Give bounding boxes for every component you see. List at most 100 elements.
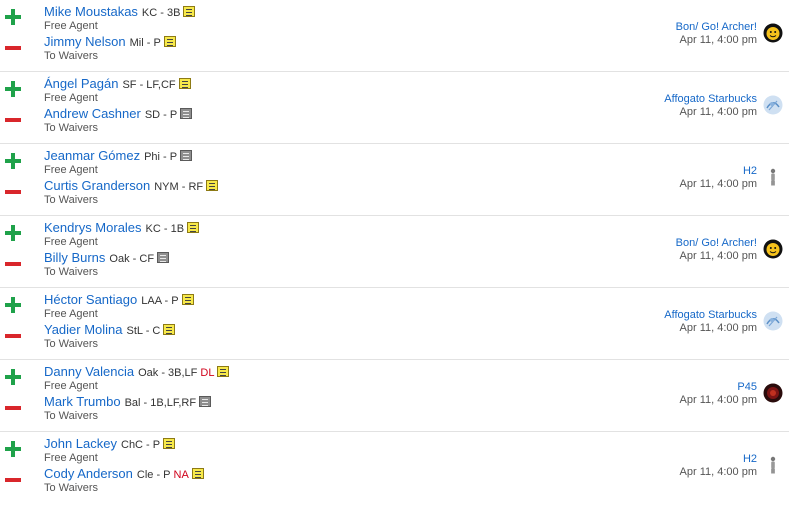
added-from-label: Free Agent [44,452,98,464]
dropped-to-label: To Waivers [44,194,98,206]
dropped-player-link[interactable]: Mark Trumbo [44,394,121,409]
dropped-player-team-position: Bal - 1B,LF,RF [124,397,197,409]
dropped-player-link[interactable]: Billy Burns [44,250,105,265]
added-player-link[interactable]: Jeanmar Gómez [44,148,140,163]
added-player-link[interactable]: Mike Moustakas [44,4,138,19]
dropped-player-team-position: Mil - P [129,37,161,49]
fantasy-team-link[interactable]: P45 [737,381,757,393]
dropped-player-link[interactable]: Andrew Cashner [44,106,141,121]
blue-sketch-avatar[interactable] [763,95,783,115]
dropped-player-link[interactable]: Jimmy Nelson [44,34,126,49]
dropped-to-label: To Waivers [44,338,98,350]
transaction-timestamp: Apr 11, 4:00 pm [679,106,757,118]
player-notes-icon[interactable] [187,222,200,233]
player-notes-icon[interactable] [217,366,230,377]
add-plus-icon [4,368,22,386]
added-player-team-position: KC - 3B [141,7,181,19]
status-badge: NA [173,469,189,481]
dropped-player-team-position: SD - P [144,109,178,121]
drop-minus-icon [4,183,22,201]
figure-avatar[interactable] [763,455,783,475]
dropped-to-label: To Waivers [44,266,98,278]
player-notes-icon[interactable] [180,150,193,161]
player-notes-icon[interactable] [181,294,194,305]
added-player-link[interactable]: Héctor Santiago [44,292,137,307]
added-player-link[interactable]: John Lackey [44,436,117,451]
player-notes-icon[interactable] [183,6,196,17]
transaction-timestamp: Apr 11, 4:00 pm [679,394,757,406]
dropped-player-team-position: Cle - P [136,469,171,481]
dropped-player-team-position: NYM - RF [154,181,204,193]
drop-minus-icon [4,471,22,489]
transaction-row: Jeanmar Gómez Phi - P Free Agent Curtis G… [0,144,789,216]
add-plus-icon [4,440,22,458]
transaction-timestamp: Apr 11, 4:00 pm [679,34,757,46]
added-from-label: Free Agent [44,236,98,248]
player-notes-icon[interactable] [191,468,204,479]
drop-minus-icon [4,327,22,345]
dropped-to-label: To Waivers [44,122,98,134]
player-notes-icon[interactable] [180,108,193,119]
transaction-timestamp: Apr 11, 4:00 pm [679,322,757,334]
fantasy-team-link[interactable]: H2 [743,165,757,177]
transaction-timestamp: Apr 11, 4:00 pm [679,250,757,262]
dropped-player-link[interactable]: Curtis Granderson [44,178,150,193]
drop-minus-icon [4,399,22,417]
add-plus-icon [4,80,22,98]
added-player-link[interactable]: Kendrys Morales [44,220,142,235]
dropped-to-label: To Waivers [44,482,98,494]
dropped-player-team-position: Oak - CF [109,253,155,265]
transaction-row: Mike Moustakas KC - 3B Free Agent Jimmy N… [0,0,789,72]
dropped-to-label: To Waivers [44,50,98,62]
yellow-face-avatar[interactable] [763,239,783,259]
yellow-face-avatar[interactable] [763,23,783,43]
added-player-team-position: SF - LF,CF [122,79,176,91]
fantasy-team-link[interactable]: Affogato Starbucks [664,93,757,105]
fantasy-team-link[interactable]: Bon/ Go! Archer! [676,237,757,249]
dropped-player-team-position: StL - C [126,325,161,337]
player-notes-icon[interactable] [157,252,170,263]
added-player-link[interactable]: Ángel Pagán [44,76,118,91]
player-notes-icon[interactable] [206,180,219,191]
fantasy-team-link[interactable]: Affogato Starbucks [664,309,757,321]
player-notes-icon[interactable] [163,438,176,449]
added-player-team-position: LAA - P [141,295,179,307]
dark-red-avatar[interactable] [763,383,783,403]
dropped-to-label: To Waivers [44,410,98,422]
transaction-timestamp: Apr 11, 4:00 pm [679,466,757,478]
fantasy-team-link[interactable]: Bon/ Go! Archer! [676,21,757,33]
transaction-row: Kendrys Morales KC - 1B Free Agent Billy … [0,216,789,288]
added-from-label: Free Agent [44,20,98,32]
add-plus-icon [4,8,22,26]
injury-status-badge: DL [200,367,215,379]
drop-minus-icon [4,255,22,273]
added-from-label: Free Agent [44,308,98,320]
transaction-list: Mike Moustakas KC - 3B Free Agent Jimmy N… [0,0,789,504]
player-notes-icon[interactable] [199,396,212,407]
drop-minus-icon [4,111,22,129]
added-player-team-position: Oak - 3B,LF [138,367,198,379]
added-from-label: Free Agent [44,92,98,104]
add-plus-icon [4,296,22,314]
transaction-row: Danny Valencia Oak - 3B,LF DL Free Agent M… [0,360,789,432]
added-player-team-position: KC - 1B [145,223,185,235]
add-plus-icon [4,224,22,242]
transaction-row: Ángel Pagán SF - LF,CF Free Agent Andrew … [0,72,789,144]
added-player-team-position: Phi - P [144,151,178,163]
add-plus-icon [4,152,22,170]
player-notes-icon[interactable] [163,324,176,335]
fantasy-team-link[interactable]: H2 [743,453,757,465]
blue-sketch-avatar[interactable] [763,311,783,331]
transaction-row: Héctor Santiago LAA - P Free Agent Yadier… [0,288,789,360]
transaction-row: John Lackey ChC - P Free Agent Cody Ander… [0,432,789,504]
added-from-label: Free Agent [44,164,98,176]
player-notes-icon[interactable] [163,36,176,47]
added-player-team-position: ChC - P [121,439,161,451]
player-notes-icon[interactable] [178,78,191,89]
dropped-player-link[interactable]: Yadier Molina [44,322,123,337]
dropped-player-link[interactable]: Cody Anderson [44,466,133,481]
figure-avatar[interactable] [763,167,783,187]
transaction-timestamp: Apr 11, 4:00 pm [679,178,757,190]
added-player-link[interactable]: Danny Valencia [44,364,134,379]
added-from-label: Free Agent [44,380,98,392]
